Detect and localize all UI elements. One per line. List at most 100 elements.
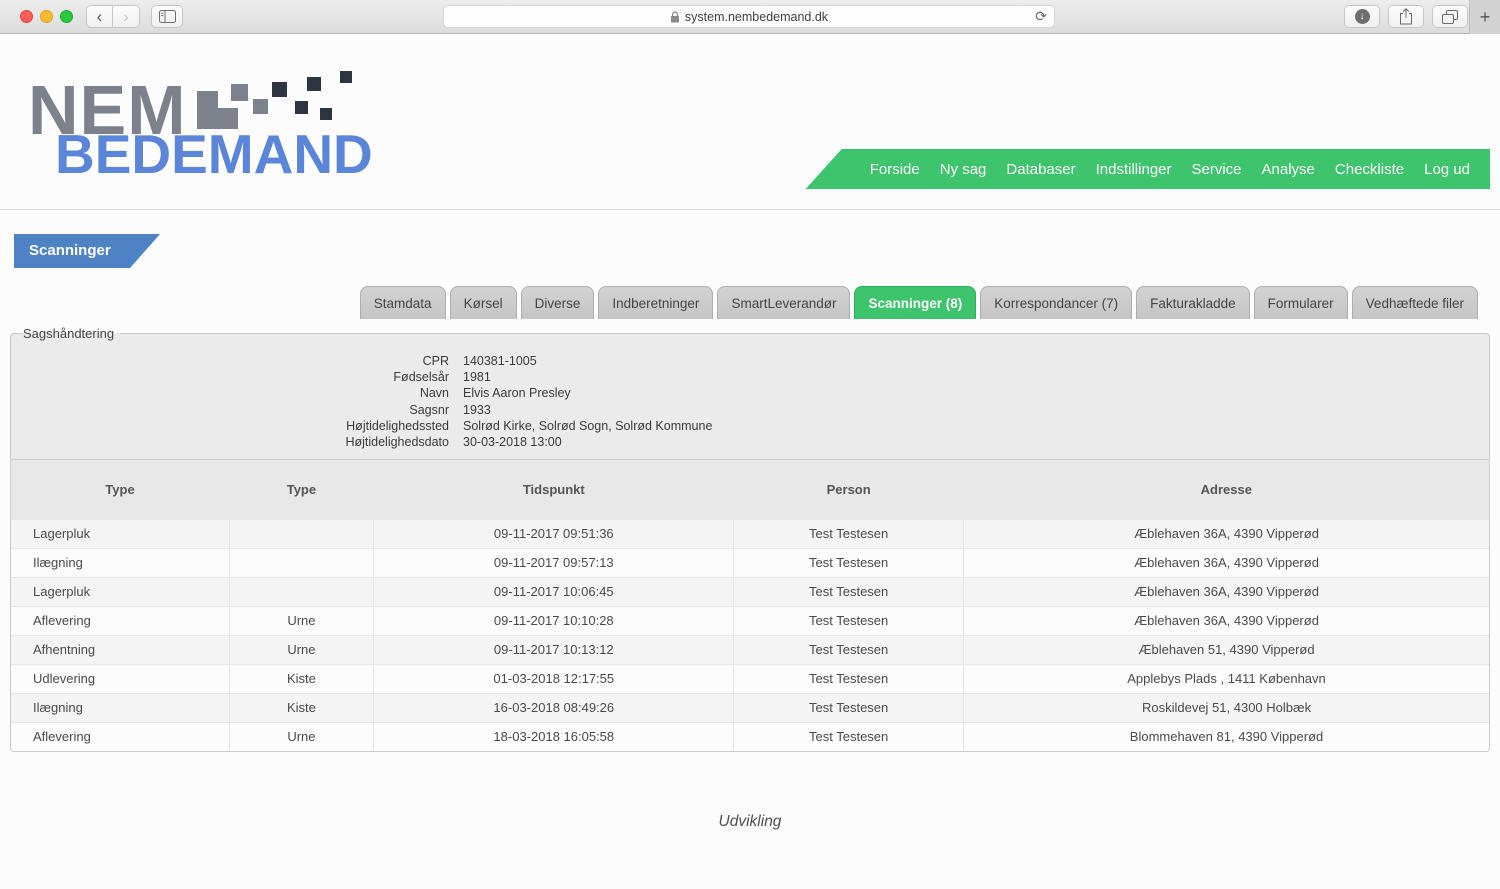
- cell-person: Test Testesen: [734, 577, 964, 606]
- cell-container-type: Urne: [229, 722, 374, 751]
- scan-row[interactable]: Lagerpluk 09-11-2017 09:51:36 Test Teste…: [11, 519, 1489, 548]
- case-field-label: Sagsnr: [25, 402, 449, 418]
- case-tab[interactable]: Korrespondancer (7): [980, 286, 1132, 319]
- plus-icon: +: [1480, 7, 1491, 28]
- sidebar-toggle-button[interactable]: [151, 5, 183, 28]
- case-field-row: Sagsnr 1933: [25, 402, 1475, 418]
- cell-tidspunkt: 09-11-2017 10:13:12: [374, 635, 734, 664]
- scan-row[interactable]: Afhentning Urne 09-11-2017 10:13:12 Test…: [11, 635, 1489, 664]
- case-tab-label: Korrespondancer (7): [994, 296, 1118, 311]
- section-ribbon: Scanninger: [14, 234, 160, 268]
- cell-adresse: Æblehaven 36A, 4390 Vipperød: [964, 519, 1489, 548]
- cell-tidspunkt: 01-03-2018 12:17:55: [374, 664, 734, 693]
- nav-item[interactable]: Checkliste: [1325, 161, 1414, 178]
- nav-item[interactable]: Service: [1182, 161, 1252, 178]
- case-tab[interactable]: Kørsel: [450, 286, 517, 319]
- case-tab-label: Formularer: [1268, 296, 1334, 311]
- cell-container-type: Kiste: [229, 664, 374, 693]
- logo-pixel: [253, 99, 268, 114]
- close-window-button[interactable]: [20, 10, 33, 23]
- case-tab-label: Stamdata: [374, 296, 432, 311]
- nav-item[interactable]: Indstillinger: [1086, 161, 1182, 178]
- column-header: Tidspunkt: [374, 460, 734, 519]
- nav-item[interactable]: Log ud: [1414, 161, 1480, 178]
- nav-item[interactable]: Analyse: [1252, 161, 1325, 178]
- case-field-row: Navn Elvis Aaron Presley: [25, 385, 1475, 401]
- case-tab-label: Fakturakladde: [1150, 296, 1236, 311]
- column-header: Type: [229, 460, 374, 519]
- downloads-button[interactable]: ↓: [1344, 5, 1380, 28]
- case-field-label: Højtidelighedssted: [25, 418, 449, 434]
- case-tab[interactable]: Formularer: [1254, 286, 1348, 319]
- case-field-label: Navn: [25, 385, 449, 401]
- nav-item[interactable]: Forside: [860, 161, 930, 178]
- cell-adresse: Blommehaven 81, 4390 Vipperød: [964, 722, 1489, 751]
- cell-adresse: Roskildevej 51, 4300 Holbæk: [964, 693, 1489, 722]
- cell-adresse: Æblehaven 36A, 4390 Vipperød: [964, 548, 1489, 577]
- case-field-value: 30-03-2018 13:00: [463, 434, 562, 450]
- scan-row[interactable]: Ilægning Kiste 16-03-2018 08:49:26 Test …: [11, 693, 1489, 722]
- scans-table-header-row: Type Type Tidspunkt Person Adresse: [11, 460, 1489, 519]
- scan-row[interactable]: Ilægning 09-11-2017 09:57:13 Test Testes…: [11, 548, 1489, 577]
- case-field-value: 1981: [463, 369, 491, 385]
- minimize-window-button[interactable]: [40, 10, 53, 23]
- cell-type: Aflevering: [11, 606, 229, 635]
- column-header: Person: [734, 460, 964, 519]
- case-tab[interactable]: Fakturakladde: [1136, 286, 1250, 319]
- case-tab[interactable]: Diverse: [521, 286, 595, 319]
- cell-type: Lagerpluk: [11, 519, 229, 548]
- case-tab[interactable]: Scanninger (8): [854, 286, 976, 319]
- browser-toolbar: ‹ › system.nembedemand.dk ⟳: [0, 0, 1500, 34]
- cell-type: Aflevering: [11, 722, 229, 751]
- case-tab[interactable]: Vedhæftede filer: [1352, 286, 1478, 319]
- case-tab-label: SmartLeverandør: [731, 296, 836, 311]
- case-tab[interactable]: SmartLeverandør: [717, 286, 850, 319]
- case-field-row: Højtidelighedsdato 30-03-2018 13:00: [25, 434, 1475, 450]
- back-icon: ‹: [97, 8, 103, 25]
- scan-row[interactable]: Aflevering Urne 18-03-2018 16:05:58 Test…: [11, 722, 1489, 751]
- cell-type: Ilægning: [11, 548, 229, 577]
- main-navigation: Forside Ny sag Databaser Indstillinger S…: [806, 149, 1490, 189]
- https-lock-icon: [670, 11, 680, 23]
- scan-row[interactable]: Lagerpluk 09-11-2017 10:06:45 Test Teste…: [11, 577, 1489, 606]
- cell-adresse: Æblehaven 36A, 4390 Vipperød: [964, 606, 1489, 635]
- cell-container-type: Urne: [229, 606, 374, 635]
- address-bar[interactable]: system.nembedemand.dk ⟳: [443, 5, 1055, 28]
- reload-icon[interactable]: ⟳: [1035, 8, 1047, 25]
- cell-type: Lagerpluk: [11, 577, 229, 606]
- cell-type: Udlevering: [11, 664, 229, 693]
- case-field-value: Elvis Aaron Presley: [463, 385, 571, 401]
- case-summary-legend: Sagshåndtering: [23, 326, 120, 341]
- case-tab[interactable]: Indberetninger: [598, 286, 713, 319]
- show-all-tabs-button[interactable]: [1432, 5, 1468, 28]
- case-field-label: CPR: [25, 353, 449, 369]
- scan-row[interactable]: Udlevering Kiste 01-03-2018 12:17:55 Tes…: [11, 664, 1489, 693]
- forward-button[interactable]: ›: [113, 5, 140, 28]
- share-button[interactable]: [1388, 5, 1424, 28]
- case-summary-panel: Sagshåndtering CPR 140381-1005 Fødselsår…: [10, 326, 1490, 463]
- cell-tidspunkt: 09-11-2017 09:51:36: [374, 519, 734, 548]
- case-tab[interactable]: Stamdata: [360, 286, 446, 319]
- case-tab-strip: Stamdata Kørsel Diverse Indberetninger S…: [360, 286, 1478, 319]
- case-field-row: CPR 140381-1005: [25, 353, 1475, 369]
- case-field-value: 140381-1005: [463, 353, 537, 369]
- case-tab-label: Scanninger (8): [868, 296, 962, 311]
- cell-type: Afhentning: [11, 635, 229, 664]
- case-field-value: 1933: [463, 402, 491, 418]
- scan-row[interactable]: Aflevering Urne 09-11-2017 10:10:28 Test…: [11, 606, 1489, 635]
- nembedemand-logo[interactable]: NEM BEDEMAND: [28, 75, 408, 225]
- logo-pixel: [320, 108, 332, 120]
- case-summary-fields: CPR 140381-1005 Fødselsår 1981 Navn Elvi…: [25, 353, 1475, 450]
- logo-pixel: [295, 101, 308, 114]
- case-tab-label: Vedhæftede filer: [1366, 296, 1464, 311]
- new-tab-button[interactable]: +: [1469, 0, 1500, 34]
- nav-item[interactable]: Ny sag: [930, 161, 997, 178]
- url-text: system.nembedemand.dk: [685, 10, 828, 24]
- section-ribbon-label: Scanninger: [29, 242, 111, 259]
- case-tab-label: Diverse: [535, 296, 581, 311]
- logo-pixel: [272, 82, 287, 97]
- back-button[interactable]: ‹: [86, 5, 113, 28]
- cell-person: Test Testesen: [734, 635, 964, 664]
- nav-item[interactable]: Databaser: [996, 161, 1085, 178]
- zoom-window-button[interactable]: [60, 10, 73, 23]
